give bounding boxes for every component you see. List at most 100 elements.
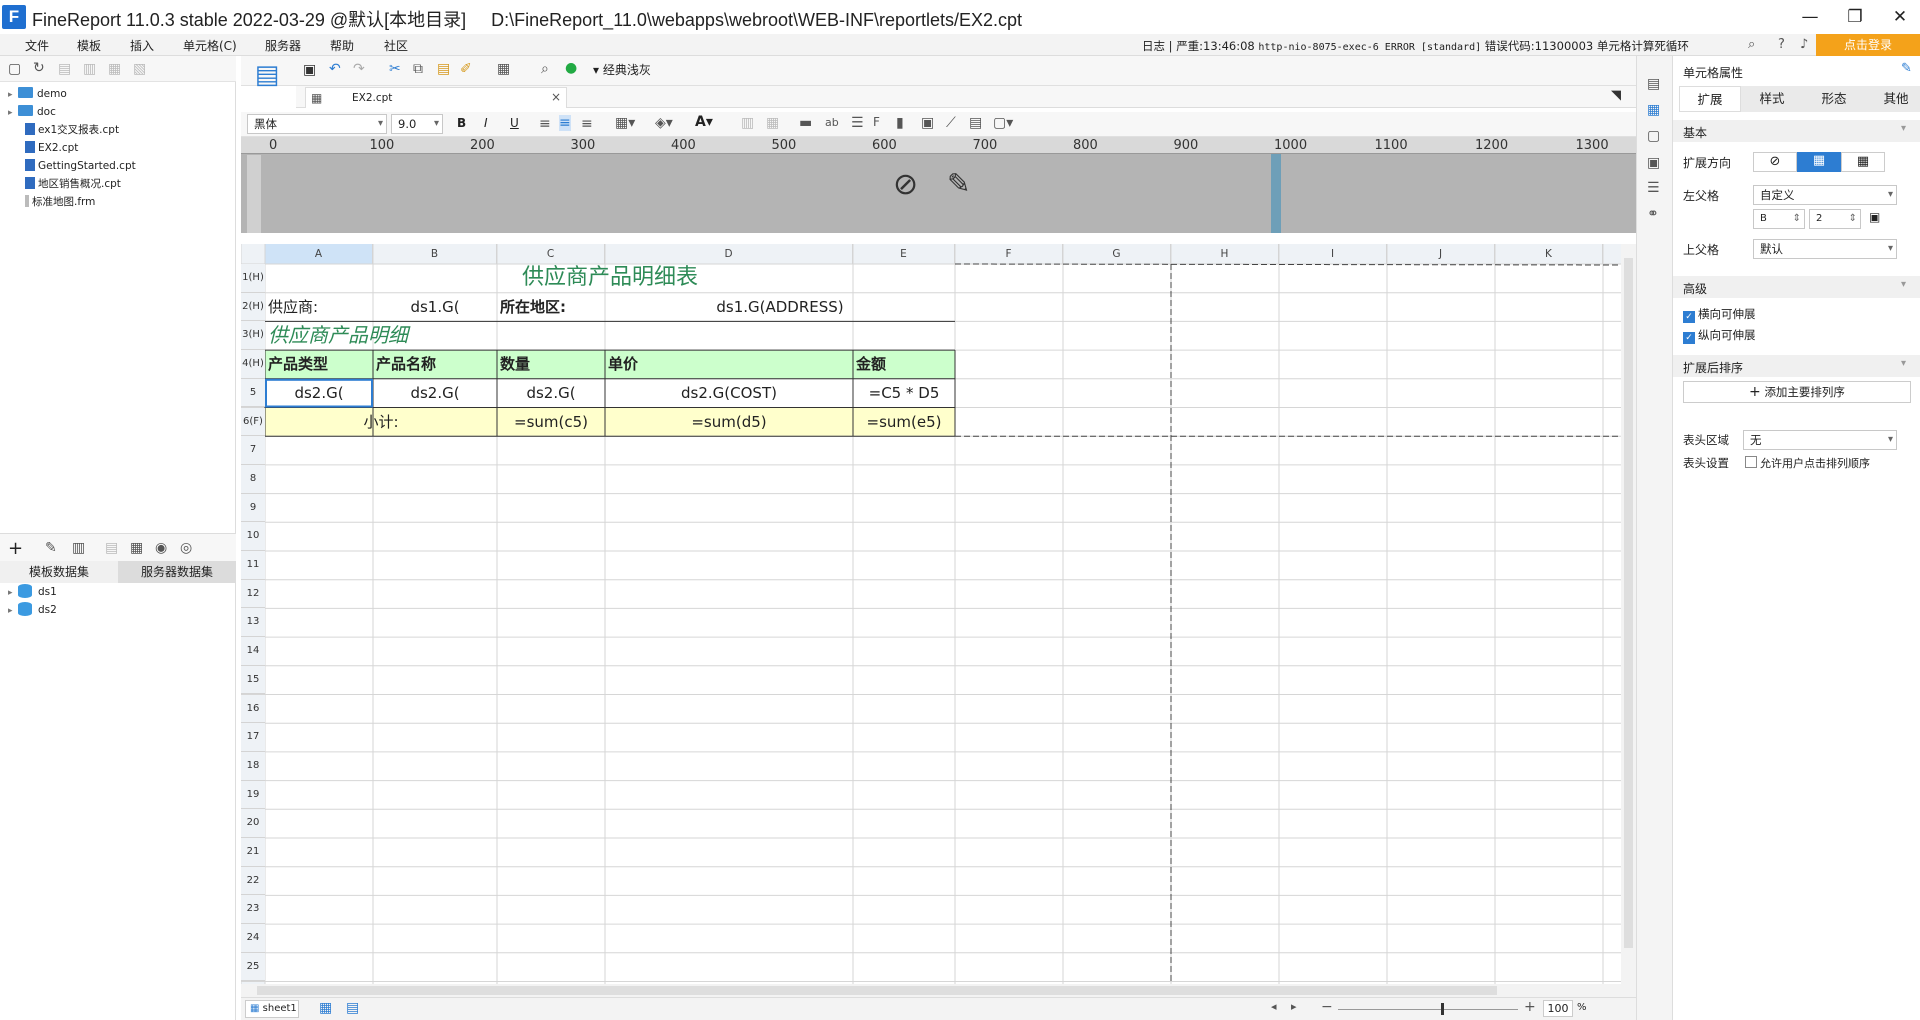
preview-icon[interactable]: ▤ [105,540,118,556]
cell-c5[interactable]: ds2.G( [500,379,602,408]
formula-icon[interactable]: F [873,115,880,129]
add-dataset-icon[interactable]: + [8,538,23,559]
edit-icon[interactable]: ✎ [45,540,57,556]
check-icon[interactable]: ● [565,60,577,76]
row-header[interactable]: 3(H) [241,321,265,351]
delete-icon[interactable]: ▦ [108,61,121,77]
add-sheet-icon[interactable]: ▦ [319,1000,332,1016]
tree-item-doc[interactable]: ▸ doc [8,103,56,121]
zoom-input[interactable]: 100 [1543,1000,1573,1017]
up-parent-select[interactable]: 默认 ▾ [1753,239,1897,259]
cell-c6[interactable]: =sum(c5) [500,408,602,437]
font-select[interactable]: 黑体 ▾ [247,114,387,134]
merge-icon[interactable]: ▥ [741,115,754,131]
bold-button[interactable]: B [457,116,466,130]
cell-e6[interactable]: =sum(e5) [856,408,952,437]
row-header[interactable]: 13 [241,608,265,638]
condition-icon[interactable]: ▣ [1647,155,1660,171]
column-header-c[interactable]: C [497,244,605,264]
close-button[interactable]: ✕ [1880,4,1920,30]
cell-d5[interactable]: ds2.G(COST) [608,379,850,408]
hide-icon[interactable]: ⊘ [893,167,918,202]
widget-icon[interactable]: ▢ [1647,128,1660,144]
cell-b4[interactable]: 产品名称 [376,350,494,379]
scroll-thumb[interactable] [1624,258,1633,948]
wrap-icon[interactable]: ☰ [851,115,864,131]
menu-cell[interactable]: 单元格(C) [183,37,237,54]
format-painter-icon[interactable]: ✐ [460,61,472,77]
menu-template[interactable]: 模板 [77,37,101,54]
align-center-icon[interactable]: ≡ [559,115,571,131]
preview-icon[interactable]: ⌕ [541,61,549,77]
insert-row-icon[interactable]: ▬ [799,115,812,131]
unmerge-icon[interactable]: ▦ [766,115,779,131]
lock-icon[interactable]: ▥ [83,61,96,77]
vertical-scrollbar[interactable] [1621,244,1636,984]
row-header[interactable]: 8 [241,464,265,494]
pin-icon[interactable]: ✎ [1901,61,1912,76]
tree-item-demo[interactable]: ▸ demo [8,85,67,103]
column-header-a[interactable]: A [265,244,373,264]
section-basic[interactable]: 基本 ▾ [1673,120,1920,142]
cell-e5[interactable]: =C5 * D5 [856,379,952,408]
tab-menu-icon[interactable]: ◥ [1611,88,1621,103]
zoom-out-icon[interactable]: − [1321,999,1333,1015]
left-parent-col-input[interactable]: B ⇕ [1753,209,1805,229]
login-button[interactable]: 点击登录 [1816,34,1920,56]
pencil-icon[interactable]: ✎ [947,167,970,200]
refresh-icon[interactable]: ↻ [33,60,45,76]
allow-sort-checkbox[interactable]: 允许用户点击排列顺序 [1745,455,1870,471]
dataset-ds2[interactable]: ▸ ds2 [8,601,57,619]
bell-icon[interactable]: ♪ [1800,37,1808,52]
font-color-icon[interactable]: A▾ [695,114,713,130]
save-icon[interactable]: ▣ [303,62,316,78]
cell-a4[interactable]: 产品类型 [268,350,370,379]
row-header[interactable]: 12 [241,579,265,609]
tab-style[interactable]: 样式 [1741,86,1803,112]
copy-icon[interactable]: ⧉ [413,61,423,77]
expand-arrow-icon[interactable]: ▸ [8,584,18,602]
cell-d6[interactable]: =sum(d5) [608,408,850,437]
column-header-b[interactable]: B [373,244,497,264]
row-header[interactable]: 25 [241,952,265,982]
menu-help[interactable]: 帮助 [330,37,354,54]
sub-report-icon[interactable]: ▤ [969,115,982,131]
cell-d2[interactable]: ds1.G(ADDRESS) [608,293,952,322]
column-header-h[interactable]: H [1171,244,1279,264]
font-size-select[interactable]: 9.0 ▾ [391,114,443,134]
delete-icon[interactable]: ▥ [72,540,85,556]
row-header[interactable]: 23 [241,895,265,925]
slash-icon[interactable]: ⟋ [946,115,956,131]
hyperlink-list-icon[interactable]: ☰ [1647,180,1660,196]
vertical-expand-button[interactable]: ▦ [1797,152,1841,172]
minimize-button[interactable]: — [1790,4,1830,30]
expand-arrow-icon[interactable]: ▸ [8,602,18,620]
tree-item-ex1[interactable]: ex1交叉报表.cpt [25,121,119,139]
row-header[interactable]: 7 [241,436,265,465]
close-tab-icon[interactable]: × [551,90,561,104]
header-area-select[interactable]: 无 ▾ [1743,430,1897,450]
v-expand-checkbox[interactable]: ✓ 纵向可伸展 [1683,327,1756,344]
spinner-icon[interactable]: ⇕ [1793,210,1801,228]
tab-expand[interactable]: 扩展 [1679,86,1741,112]
maximize-button[interactable]: ❐ [1835,4,1875,30]
link-icon[interactable]: ⚭ [1647,206,1659,222]
row-header[interactable]: 18 [241,751,265,781]
chart-icon[interactable]: ▮ [896,115,904,131]
dataset-ds1[interactable]: ▸ ds1 [8,583,57,601]
row-header[interactable]: 20 [241,809,265,838]
cell-a6[interactable]: 小计: [268,408,494,437]
row-header[interactable]: 9 [241,493,265,523]
next-sheet-icon[interactable]: ▸ [1291,1000,1297,1013]
column-header-d[interactable]: D [605,244,853,264]
column-header-e[interactable]: E [853,244,955,264]
border-icon[interactable]: ▦▾ [615,115,635,131]
cell-a1-title[interactable]: 供应商产品明细表 [268,264,952,293]
copy-icon[interactable]: ▧ [133,61,146,77]
row-header[interactable]: 19 [241,780,265,810]
page-boundary-marker[interactable] [1271,154,1281,233]
italic-button[interactable]: I [484,116,488,130]
server-dataset-icon[interactable]: ▦ [130,540,143,556]
tree-item-region-sales[interactable]: 地区销售概况.cpt [25,175,121,193]
cell-element-icon[interactable]: ▦ [1647,102,1660,118]
